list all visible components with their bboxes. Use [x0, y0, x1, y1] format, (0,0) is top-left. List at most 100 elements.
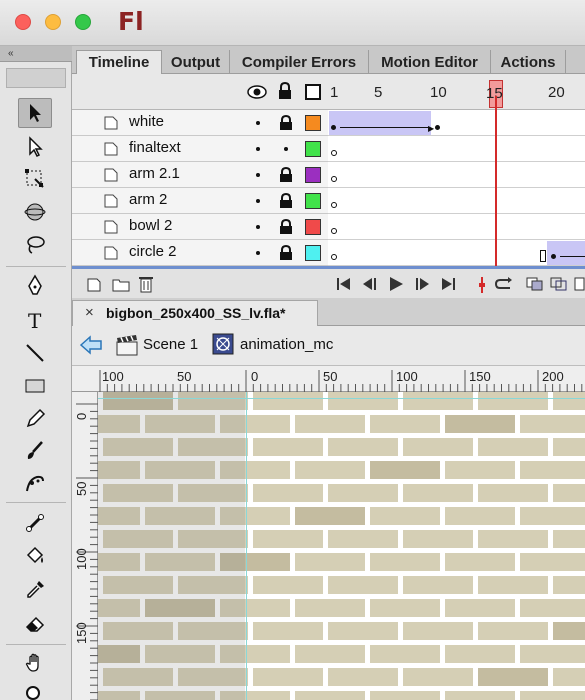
tab-output[interactable]: Output [162, 50, 230, 74]
lock-icon[interactable] [279, 219, 293, 235]
stage[interactable] [98, 392, 585, 700]
empty-keyframe[interactable] [331, 176, 337, 182]
end-frame[interactable] [540, 250, 546, 262]
onion-skin-icon[interactable] [526, 277, 544, 291]
layer-row[interactable]: arm 2.1 [72, 162, 328, 188]
visibility-toggle[interactable] [256, 251, 260, 255]
empty-keyframe[interactable] [331, 150, 337, 156]
selection-tool[interactable] [18, 98, 52, 128]
layer-outline-color[interactable] [305, 115, 321, 131]
close-tab-icon[interactable]: × [85, 304, 94, 321]
tab-motion-editor[interactable]: Motion Editor [369, 50, 491, 74]
line-tool[interactable] [18, 338, 52, 368]
eraser-tool[interactable] [18, 609, 52, 639]
subselection-tool[interactable] [18, 132, 52, 162]
bone-tool[interactable] [18, 508, 52, 538]
layer-name[interactable]: finaltext [129, 139, 181, 156]
layer-row[interactable]: circle 2 [72, 240, 328, 266]
brush-tool[interactable] [18, 436, 52, 466]
lock-icon[interactable] [278, 82, 292, 100]
outline-icon[interactable] [305, 84, 321, 100]
layer-row[interactable]: finaltext [72, 136, 328, 162]
center-frame-icon[interactable] [476, 277, 488, 293]
frame-row[interactable]: ▶ [328, 110, 585, 136]
layer-row[interactable]: bowl 2 [72, 214, 328, 240]
frame-row[interactable] [328, 188, 585, 214]
eyedropper-tool[interactable] [18, 575, 52, 605]
rectangle-tool[interactable] [18, 371, 52, 401]
layer-name[interactable]: arm 2 [129, 191, 167, 208]
pen-tool[interactable] [18, 271, 52, 301]
visibility-toggle[interactable] [256, 121, 260, 125]
deco-tool[interactable] [18, 468, 52, 498]
go-to-last-frame-icon[interactable] [440, 277, 456, 291]
layer-row[interactable]: white [72, 110, 328, 136]
empty-keyframe[interactable] [331, 228, 337, 234]
loop-icon[interactable] [492, 277, 514, 291]
new-folder-icon[interactable] [112, 277, 130, 293]
layer-outline-color[interactable] [305, 141, 321, 157]
layer-outline-color[interactable] [305, 245, 321, 261]
zoom-tool[interactable] [18, 678, 52, 700]
layer-name[interactable]: circle 2 [129, 243, 177, 260]
go-to-first-frame-icon[interactable] [336, 277, 352, 291]
frame-row[interactable] [328, 214, 585, 240]
play-icon[interactable] [388, 276, 404, 292]
collapse-panel-button[interactable]: « [0, 46, 72, 62]
tween-span[interactable] [329, 111, 431, 135]
keyframe[interactable] [331, 125, 336, 130]
lock-toggle[interactable] [284, 147, 288, 151]
panel-grip[interactable] [6, 68, 66, 88]
lock-icon[interactable] [279, 115, 293, 131]
layer-outline-color[interactable] [305, 219, 321, 235]
step-back-icon[interactable] [362, 277, 378, 291]
new-layer-icon[interactable] [86, 277, 102, 293]
frame-number: 10 [430, 84, 447, 101]
lock-icon[interactable] [279, 245, 293, 261]
visibility-toggle[interactable] [256, 173, 260, 177]
frame-row[interactable] [328, 240, 585, 266]
frame-row[interactable] [328, 136, 585, 162]
trash-icon[interactable] [138, 275, 154, 293]
pencil-tool[interactable] [18, 404, 52, 434]
lock-icon[interactable] [279, 193, 293, 209]
visibility-toggle[interactable] [256, 147, 260, 151]
layer-outline-color[interactable] [305, 167, 321, 183]
eye-icon[interactable] [247, 84, 267, 100]
onion-skin-outlines-icon[interactable] [550, 277, 568, 291]
free-transform-tool[interactable] [18, 164, 52, 194]
layer-outline-color[interactable] [305, 193, 321, 209]
step-forward-icon[interactable] [414, 277, 430, 291]
zoom-window-button[interactable] [75, 14, 91, 30]
lock-icon[interactable] [279, 167, 293, 183]
keyframe[interactable] [435, 125, 440, 130]
3d-rotation-tool[interactable] [18, 197, 52, 227]
frames-grid[interactable]: ▶ [328, 110, 585, 266]
lasso-tool[interactable] [18, 230, 52, 260]
breadcrumb-symbol[interactable]: animation_mc [240, 336, 333, 353]
back-arrow-icon[interactable] [80, 335, 102, 355]
frame-row[interactable] [328, 162, 585, 188]
tab-compiler-errors[interactable]: Compiler Errors [230, 50, 369, 74]
text-tool[interactable]: T [18, 305, 52, 335]
visibility-toggle[interactable] [256, 225, 260, 229]
layer-name[interactable]: white [129, 113, 164, 130]
edit-multiple-frames-icon[interactable] [574, 277, 585, 291]
breadcrumb-scene[interactable]: Scene 1 [143, 336, 198, 353]
visibility-toggle[interactable] [256, 199, 260, 203]
empty-keyframe[interactable] [331, 254, 337, 260]
layer-name[interactable]: arm 2.1 [129, 165, 180, 182]
minimize-window-button[interactable] [45, 14, 61, 30]
line-icon [26, 344, 44, 362]
empty-keyframe[interactable] [331, 202, 337, 208]
hand-tool[interactable] [18, 648, 52, 678]
paint-bucket-tool[interactable] [18, 542, 52, 572]
close-window-button[interactable] [15, 14, 31, 30]
tab-actions[interactable]: Actions [491, 50, 566, 74]
layer-name[interactable]: bowl 2 [129, 217, 172, 234]
keyframe[interactable] [551, 254, 556, 259]
tab-timeline[interactable]: Timeline [76, 50, 162, 74]
layer-row[interactable]: arm 2 [72, 188, 328, 214]
document-tab[interactable]: × bigbon_250x400_SS_lv.fla* [72, 300, 318, 326]
tween-span[interactable] [547, 241, 585, 265]
